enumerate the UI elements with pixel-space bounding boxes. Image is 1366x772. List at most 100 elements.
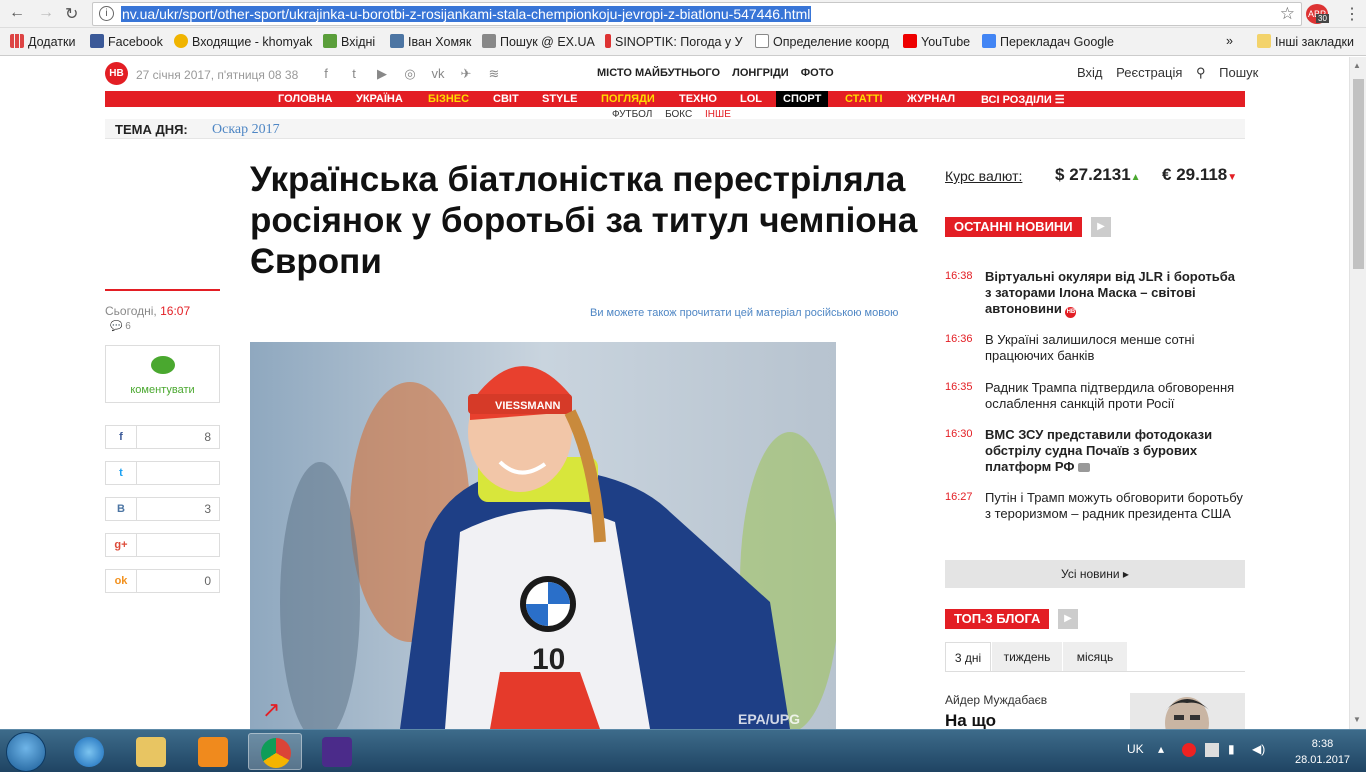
taskbar-chrome[interactable]: [248, 733, 302, 770]
volume-icon[interactable]: ◀): [1252, 742, 1265, 756]
tab-month[interactable]: місяць: [1063, 642, 1127, 672]
address-bar[interactable]: i nv.ua/ukr/sport/other-sport/ukrajinka-…: [92, 2, 1302, 26]
bookmark-youtube[interactable]: YouTube: [903, 34, 970, 49]
latest-news-title[interactable]: ОСТАННІ НОВИНИ: [945, 217, 1082, 237]
nav-lol[interactable]: LOL: [740, 93, 762, 105]
bookmark-coords[interactable]: Определение коорд: [755, 34, 889, 49]
bookmark-star-icon[interactable]: ☆: [1280, 4, 1295, 24]
browser-toolbar: ← → ↻ i nv.ua/ukr/sport/other-sport/ukra…: [0, 0, 1366, 28]
divider: [105, 289, 220, 291]
news-item[interactable]: 16:36 В Україні залишилося менше сотні п…: [945, 332, 1245, 367]
top-nav-longridy[interactable]: ЛОНГРІДИ: [732, 67, 789, 79]
youtube-icon[interactable]: ▶: [368, 66, 396, 82]
web-page: НВ 27 січня 2017, п'ятниця 08 38 f t ▶ ◎ vk ✈…: [0, 57, 1366, 729]
news-item[interactable]: 16:35 Радник Трампа підтвердила обговоре…: [945, 380, 1245, 415]
news-item[interactable]: 16:27 Путін і Трамп можуть обговорити бо…: [945, 490, 1245, 541]
taskbar-explorer[interactable]: [124, 733, 178, 770]
bookmarks-more[interactable]: »: [1226, 34, 1233, 48]
share-vk[interactable]: B3: [105, 497, 220, 521]
vk-icon[interactable]: vk: [424, 66, 452, 81]
blogger-avatar[interactable]: [1130, 693, 1245, 729]
clock[interactable]: 8:38 28.01.2017: [1295, 736, 1350, 768]
comment-icon: 💬: [110, 321, 123, 332]
twitter-icon: t: [106, 462, 137, 484]
telegram-icon[interactable]: ✈: [452, 66, 480, 82]
share-odnoklassniki[interactable]: ok 0: [105, 569, 220, 593]
topic-link[interactable]: Оскар 2017: [212, 122, 280, 138]
bookmark-vkhidni[interactable]: Вхідні: [323, 34, 375, 49]
nav-all-sections[interactable]: ВСІ РОЗДІЛИ ☰: [981, 93, 1065, 106]
odnoklassniki-icon: ok: [106, 570, 137, 592]
top-nav-foto[interactable]: ФОТО: [801, 67, 834, 79]
tab-week[interactable]: тиждень: [992, 642, 1062, 672]
info-icon[interactable]: i: [99, 6, 114, 21]
arrow-down-icon: ▼: [1227, 172, 1238, 183]
chevron-right-icon[interactable]: ▶: [1058, 609, 1078, 629]
tray-device-icon[interactable]: [1205, 743, 1219, 757]
nav-svit[interactable]: СВІТ: [493, 93, 519, 105]
menu-icon[interactable]: ⋮: [1344, 4, 1360, 24]
instagram-icon[interactable]: ◎: [396, 66, 424, 82]
nav-style[interactable]: STYLE: [542, 93, 577, 105]
start-button[interactable]: [6, 732, 46, 772]
taskbar-media[interactable]: [186, 733, 240, 770]
reload-icon[interactable]: ↻: [65, 4, 78, 24]
folder-icon: [136, 737, 166, 767]
nav-holovna[interactable]: ГОЛОВНА: [278, 93, 332, 105]
bookmark-inbox[interactable]: Входящие - khomyak: [174, 34, 312, 49]
rates-label[interactable]: Курс валют:: [945, 168, 1022, 184]
comment-count[interactable]: 💬 6: [110, 321, 131, 332]
forward-icon[interactable]: →: [38, 4, 54, 22]
url-text[interactable]: nv.ua/ukr/sport/other-sport/ukrajinka-u-…: [121, 6, 812, 22]
network-icon[interactable]: ▮: [1228, 742, 1235, 756]
facebook-icon[interactable]: f: [312, 66, 340, 81]
nav-ukraina[interactable]: УКРАЇНА: [356, 93, 403, 105]
tray-app-icon[interactable]: [1182, 743, 1196, 757]
bookmark-translate[interactable]: Перекладач Google: [982, 34, 1114, 49]
chevron-right-icon[interactable]: ▶: [1091, 217, 1111, 237]
top-nav-misto[interactable]: МІСТО МАЙБУТНЬОГО: [597, 67, 720, 79]
rss-icon[interactable]: ≋: [480, 66, 508, 82]
news-item[interactable]: 16:30 ВМС ЗСУ представили фотодокази обс…: [945, 427, 1245, 478]
nav-pohliady[interactable]: ПОГЛЯДИ: [601, 93, 655, 105]
vk-icon: [390, 34, 404, 48]
bookmark-other[interactable]: Інші закладки: [1257, 34, 1354, 49]
top-nav: МІСТО МАЙБУТНЬОГО ЛОНГРІДИ ФОТО: [597, 67, 843, 79]
nav-tekhno[interactable]: ТЕХНО: [679, 93, 717, 105]
taskbar-ie[interactable]: [62, 733, 116, 770]
share-twitter[interactable]: t: [105, 461, 220, 485]
blog-author[interactable]: Айдер Муждабаєв: [945, 693, 1047, 707]
back-icon[interactable]: ←: [9, 4, 25, 22]
news-item[interactable]: 16:38 Віртуальні окуляри від JLR і борот…: [945, 269, 1245, 320]
blog-post-title[interactable]: На що: [945, 711, 996, 729]
twitter-icon[interactable]: t: [340, 66, 368, 81]
bookmark-apps[interactable]: Додатки: [10, 34, 75, 49]
nav-zhurnal[interactable]: ЖУРНАЛ: [907, 93, 955, 105]
scroll-up-icon[interactable]: ▲: [1353, 61, 1361, 70]
bookmark-exua[interactable]: Пошук @ EX.UA: [482, 34, 595, 49]
bookmark-facebook[interactable]: Facebook: [90, 34, 163, 49]
nav-statti[interactable]: СТАТТІ: [845, 93, 883, 105]
tab-3-days[interactable]: 3 дні: [945, 642, 991, 672]
bookmark-ivan[interactable]: Іван Хомяк: [390, 34, 471, 49]
topic-of-day: ТЕМА ДНЯ: Оскар 2017: [105, 119, 1245, 139]
tray-expand-icon[interactable]: ▴: [1158, 742, 1164, 756]
top-blogs-title[interactable]: ТОП-3 БЛОГА: [945, 609, 1050, 629]
scroll-thumb[interactable]: [1353, 79, 1364, 269]
register-link[interactable]: Реєстрація: [1116, 65, 1182, 80]
bookmark-sinoptik[interactable]: SINOPTIK: Погода у У: [605, 34, 743, 49]
taskbar-app[interactable]: [310, 733, 364, 770]
nav-sport[interactable]: СПОРТ: [776, 91, 829, 107]
share-google-plus[interactable]: g+: [105, 533, 220, 557]
search-link[interactable]: ⚲ Пошук: [1196, 65, 1268, 80]
read-in-russian-link[interactable]: Ви можете також прочитати цей матеріал р…: [590, 307, 898, 319]
comment-button[interactable]: коментувати: [105, 345, 220, 403]
login-link[interactable]: Вхід: [1077, 65, 1103, 80]
all-news-button[interactable]: Усі новини ▸: [945, 560, 1245, 588]
share-facebook[interactable]: f8: [105, 425, 220, 449]
scroll-down-icon[interactable]: ▼: [1353, 715, 1361, 724]
scrollbar[interactable]: ▲ ▼: [1349, 57, 1366, 729]
nav-biznes[interactable]: БІЗНЕС: [428, 93, 469, 105]
language-indicator[interactable]: UK: [1127, 742, 1144, 756]
site-logo[interactable]: НВ: [105, 62, 128, 85]
